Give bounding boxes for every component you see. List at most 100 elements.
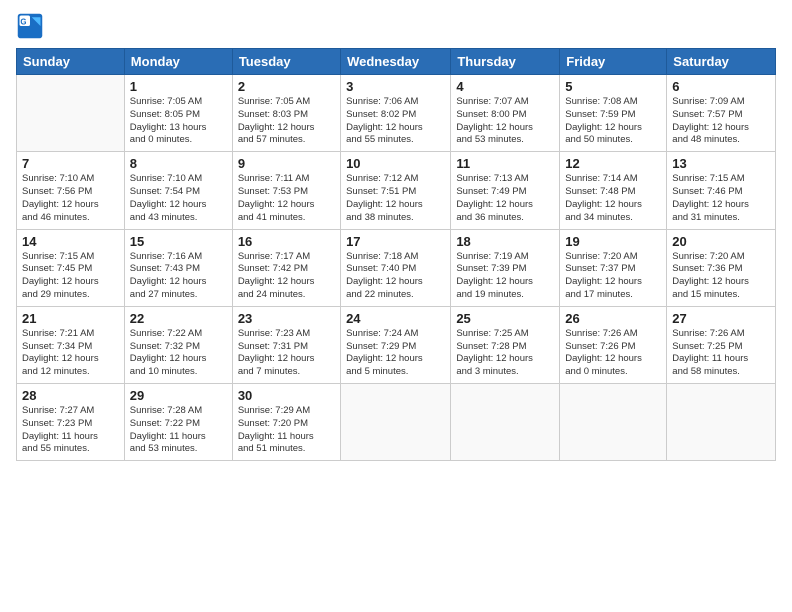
calendar-cell: 21 Sunrise: 7:21 AM Sunset: 7:34 PM Dayli… [17,306,125,383]
calendar-cell: 25Sunrise: 7:25 AM Sunset: 7:28 PM Dayli… [451,306,560,383]
calendar-cell: 18 Sunrise: 7:19 AM Sunset: 7:39 PM Dayli… [451,229,560,306]
calendar-cell: 22Sunrise: 7:22 AM Sunset: 7:32 PM Dayli… [124,306,232,383]
calendar-cell: 6 Sunrise: 7:09 AM Sunset: 7:57 PM Daylig… [667,75,776,152]
day-info: Sunrise: 7:06 AM Sunset: 8:02 PM Dayligh… [346,96,445,147]
calendar-cell [560,384,667,461]
calendar-cell: 1 Sunrise: 7:05 AM Sunset: 8:05 PM Daylig… [124,75,232,152]
day-info: Sunrise: 7:22 AM Sunset: 7:32 PM Dayligh… [130,328,227,379]
calendar-cell: 19 Sunrise: 7:20 AM Sunset: 7:37 PM Dayli… [560,229,667,306]
day-info: Sunrise: 7:28 AM Sunset: 7:22 PM Dayligh… [130,405,227,456]
day-number: 29 [130,388,227,403]
calendar-cell [667,384,776,461]
day-info: Sunrise: 7:23 AM Sunset: 7:31 PM Dayligh… [238,328,335,379]
calendar-cell: 24Sunrise: 7:24 AM Sunset: 7:29 PM Dayli… [341,306,451,383]
day-info: Sunrise: 7:05 AM Sunset: 8:05 PM Dayligh… [130,96,227,147]
day-number: 11 [456,156,554,171]
day-number: 26 [565,311,661,326]
day-number: 12 [565,156,661,171]
day-number: 6 [672,79,770,94]
day-number: 21 [22,311,119,326]
day-number: 19 [565,234,661,249]
col-header-saturday: Saturday [667,49,776,75]
day-number: 17 [346,234,445,249]
day-info: Sunrise: 7:16 AM Sunset: 7:43 PM Dayligh… [130,251,227,302]
day-number: 20 [672,234,770,249]
calendar-cell: 28 Sunrise: 7:27 AM Sunset: 7:23 PM Dayli… [17,384,125,461]
calendar-cell [341,384,451,461]
day-number: 7 [22,156,119,171]
calendar-cell: 13 Sunrise: 7:15 AM Sunset: 7:46 PM Dayli… [667,152,776,229]
calendar-cell: 26 Sunrise: 7:26 AM Sunset: 7:26 PM Dayli… [560,306,667,383]
col-header-wednesday: Wednesday [341,49,451,75]
day-number: 8 [130,156,227,171]
calendar-cell: 23 Sunrise: 7:23 AM Sunset: 7:31 PM Dayli… [232,306,340,383]
calendar-cell: 3 Sunrise: 7:06 AM Sunset: 8:02 PM Daylig… [341,75,451,152]
day-number: 28 [22,388,119,403]
calendar-table: SundayMondayTuesdayWednesdayThursdayFrid… [16,48,776,461]
day-info: Sunrise: 7:07 AM Sunset: 8:00 PM Dayligh… [456,96,554,147]
week-row-4: 21 Sunrise: 7:21 AM Sunset: 7:34 PM Dayli… [17,306,776,383]
svg-text:G: G [20,17,26,26]
calendar-cell: 20 Sunrise: 7:20 AM Sunset: 7:36 PM Dayli… [667,229,776,306]
calendar-cell: 2 Sunrise: 7:05 AM Sunset: 8:03 PM Daylig… [232,75,340,152]
calendar-cell [17,75,125,152]
day-info: Sunrise: 7:10 AM Sunset: 7:56 PM Dayligh… [22,173,119,224]
col-header-thursday: Thursday [451,49,560,75]
calendar-cell: 29 Sunrise: 7:28 AM Sunset: 7:22 PM Dayli… [124,384,232,461]
calendar-cell: 11 Sunrise: 7:13 AM Sunset: 7:49 PM Dayli… [451,152,560,229]
day-info: Sunrise: 7:09 AM Sunset: 7:57 PM Dayligh… [672,96,770,147]
header: G [16,12,776,40]
col-header-sunday: Sunday [17,49,125,75]
day-info: Sunrise: 7:05 AM Sunset: 8:03 PM Dayligh… [238,96,335,147]
day-number: 14 [22,234,119,249]
week-row-2: 7 Sunrise: 7:10 AM Sunset: 7:56 PM Daylig… [17,152,776,229]
day-info: Sunrise: 7:20 AM Sunset: 7:37 PM Dayligh… [565,251,661,302]
day-info: Sunrise: 7:27 AM Sunset: 7:23 PM Dayligh… [22,405,119,456]
col-header-friday: Friday [560,49,667,75]
calendar-cell: 7 Sunrise: 7:10 AM Sunset: 7:56 PM Daylig… [17,152,125,229]
day-info: Sunrise: 7:26 AM Sunset: 7:26 PM Dayligh… [565,328,661,379]
day-info: Sunrise: 7:19 AM Sunset: 7:39 PM Dayligh… [456,251,554,302]
day-number: 3 [346,79,445,94]
day-info: Sunrise: 7:13 AM Sunset: 7:49 PM Dayligh… [456,173,554,224]
day-info: Sunrise: 7:21 AM Sunset: 7:34 PM Dayligh… [22,328,119,379]
calendar-cell: 8 Sunrise: 7:10 AM Sunset: 7:54 PM Daylig… [124,152,232,229]
calendar-cell: 5 Sunrise: 7:08 AM Sunset: 7:59 PM Daylig… [560,75,667,152]
day-number: 2 [238,79,335,94]
day-number: 23 [238,311,335,326]
day-number: 10 [346,156,445,171]
calendar-cell: 4Sunrise: 7:07 AM Sunset: 8:00 PM Daylig… [451,75,560,152]
calendar-cell: 15 Sunrise: 7:16 AM Sunset: 7:43 PM Dayli… [124,229,232,306]
calendar-header-row: SundayMondayTuesdayWednesdayThursdayFrid… [17,49,776,75]
day-number: 30 [238,388,335,403]
day-info: Sunrise: 7:12 AM Sunset: 7:51 PM Dayligh… [346,173,445,224]
day-number: 15 [130,234,227,249]
day-info: Sunrise: 7:10 AM Sunset: 7:54 PM Dayligh… [130,173,227,224]
day-info: Sunrise: 7:15 AM Sunset: 7:46 PM Dayligh… [672,173,770,224]
day-number: 9 [238,156,335,171]
calendar-cell: 30Sunrise: 7:29 AM Sunset: 7:20 PM Dayli… [232,384,340,461]
day-number: 27 [672,311,770,326]
day-number: 18 [456,234,554,249]
col-header-monday: Monday [124,49,232,75]
col-header-tuesday: Tuesday [232,49,340,75]
calendar-page: G SundayMondayTuesdayWednesdayThursdayFr… [0,0,792,612]
day-info: Sunrise: 7:20 AM Sunset: 7:36 PM Dayligh… [672,251,770,302]
day-number: 25 [456,311,554,326]
calendar-cell: 9Sunrise: 7:11 AM Sunset: 7:53 PM Daylig… [232,152,340,229]
day-number: 1 [130,79,227,94]
calendar-cell: 12 Sunrise: 7:14 AM Sunset: 7:48 PM Dayli… [560,152,667,229]
calendar-cell: 10 Sunrise: 7:12 AM Sunset: 7:51 PM Dayli… [341,152,451,229]
day-info: Sunrise: 7:08 AM Sunset: 7:59 PM Dayligh… [565,96,661,147]
logo-icon: G [16,12,44,40]
day-number: 16 [238,234,335,249]
day-number: 5 [565,79,661,94]
day-info: Sunrise: 7:17 AM Sunset: 7:42 PM Dayligh… [238,251,335,302]
week-row-3: 14 Sunrise: 7:15 AM Sunset: 7:45 PM Dayli… [17,229,776,306]
day-info: Sunrise: 7:18 AM Sunset: 7:40 PM Dayligh… [346,251,445,302]
logo: G [16,12,48,40]
day-number: 13 [672,156,770,171]
day-info: Sunrise: 7:15 AM Sunset: 7:45 PM Dayligh… [22,251,119,302]
calendar-cell: 14 Sunrise: 7:15 AM Sunset: 7:45 PM Dayli… [17,229,125,306]
day-info: Sunrise: 7:14 AM Sunset: 7:48 PM Dayligh… [565,173,661,224]
